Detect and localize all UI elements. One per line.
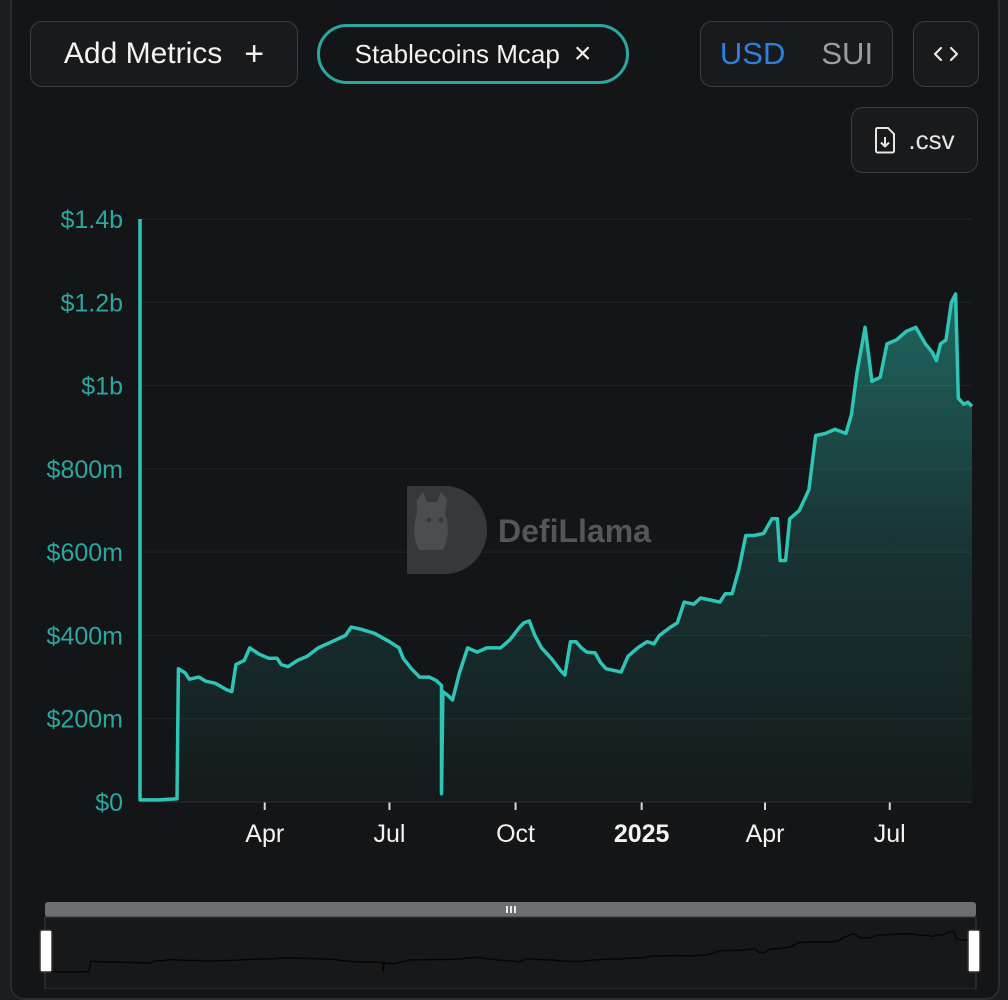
scrollbar-grip-icon [506,906,516,913]
x-tick-label: Apr [746,820,785,848]
stablecoins-mcap-chart: $0 $200m $400m $600m $800m $1b $1.2b $1.4b Apr J… [39,206,981,989]
x-tick-label: 2025 [614,820,670,848]
y-tick-label: $1b [81,373,123,401]
x-tick-label: Jul [874,820,906,848]
range-handle-left[interactable] [39,929,53,973]
y-tick-label: $1.2b [60,289,123,317]
y-tick-label: $200m [47,706,123,734]
y-tick-label: $800m [47,456,123,484]
series-area [140,219,972,802]
range-handle-right[interactable] [967,929,981,973]
watermark-text: DefiLlama [498,513,651,549]
y-axis: $0 $200m $400m $600m $800m $1b $1.2b $1.4b [47,206,123,817]
y-tick-label: $400m [47,622,123,650]
watermark: DefiLlama [407,486,651,574]
x-tick-label: Jul [373,820,405,848]
y-tick-label: $0 [95,789,123,817]
series-stablecoins-mcap [138,219,974,802]
x-axis: Apr Jul Oct 2025 Apr Jul [140,801,972,848]
x-tick-label: Oct [496,820,535,848]
range-selector[interactable] [39,902,981,989]
llama-logo-icon [407,486,487,574]
y-tick-label: $1.4b [60,206,123,234]
y-tick-label: $600m [47,539,123,567]
x-tick-label: Apr [245,820,284,848]
